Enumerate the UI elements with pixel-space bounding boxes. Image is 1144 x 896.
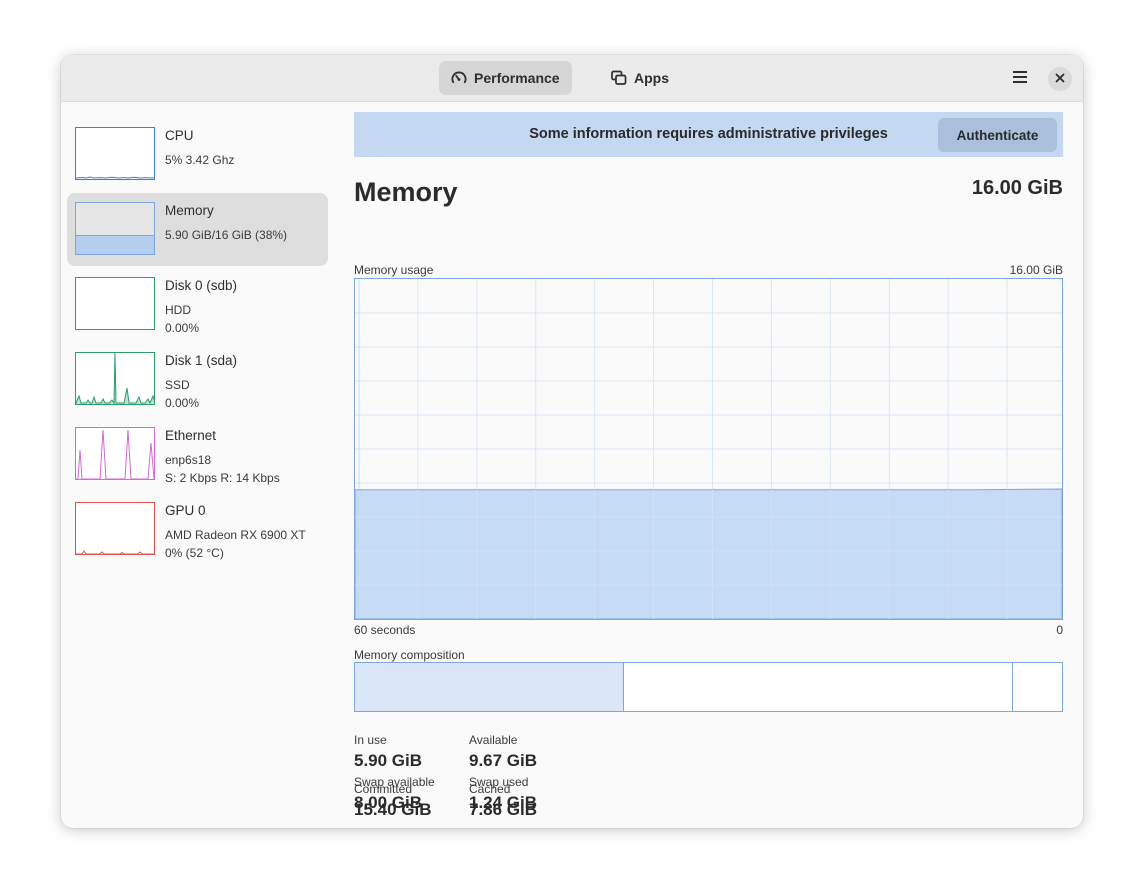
memory-usage-graph-canvas [355,279,1062,619]
sidebar-item-detail: HDD [165,303,191,317]
memory-details-pane: Some information requires administrative… [354,103,1063,828]
sidebar-item-detail: AMD Radeon RX 6900 XT [165,528,306,542]
sidebar-item-gpu-0[interactable]: GPU 0 AMD Radeon RX 6900 XT 0% (52 °C) [67,493,328,566]
app-window: Performance Apps CPU 5% 3.42 Ghz Memory … [61,55,1083,828]
memory-thumbnail-fill [76,234,154,254]
cpu-thumbnail-graph [75,127,155,180]
sidebar-item-usage: 0% (52 °C) [165,546,224,560]
tab-performance[interactable]: Performance [439,61,572,95]
sidebar-item-usage: S: 2 Kbps R: 14 Kbps [165,471,280,485]
hamburger-menu-icon [1012,70,1028,89]
sidebar-item-usage: 0.00% [165,321,200,335]
close-icon [1055,70,1065,88]
memory-composition-bar [354,662,1063,712]
sidebar-item-detail: 5% 3.42 Ghz [165,153,235,167]
tab-apps[interactable]: Apps [599,61,681,95]
sidebar-item-title: Ethernet [165,428,217,443]
memory-total: 16.00 GiB [971,177,1063,199]
sidebar-item-title: GPU 0 [165,503,206,518]
graph-time-end-label: 0 [1056,623,1063,637]
admin-privileges-banner: Some information requires administrative… [354,112,1063,157]
disk-1-thumbnail-graph [75,352,155,405]
sidebar-item-usage: 0.00% [165,396,200,410]
memory-thumbnail-graph [75,202,155,255]
sidebar-item-title: Disk 0 (sdb) [165,278,238,293]
stat-swap-used-value: 1.24 GiB [469,793,538,812]
sidebar-item-disk-1[interactable]: Disk 1 (sda) SSD 0.00% [67,343,328,416]
sidebar-item-ethernet[interactable]: Ethernet enp6s18 S: 2 Kbps R: 14 Kbps [67,418,328,491]
sidebar-item-detail: enp6s18 [165,453,212,467]
composition-cached-segment [623,663,1013,711]
stat-swap-used-label: Swap used [469,775,529,789]
stat-available-label: Available [469,733,518,747]
page-title: Memory [354,177,458,207]
graph-label: Memory usage [354,263,434,277]
close-button[interactable] [1048,67,1072,91]
ethernet-thumbnail-graph [75,427,155,480]
speedometer-icon [451,70,467,86]
memory-usage-area [355,488,1062,619]
windows-icon [611,70,627,86]
stat-swap-available-value: 8.00 GiB [354,793,423,812]
sidebar-item-title: Disk 1 (sda) [165,353,238,368]
sidebar-item-cpu[interactable]: CPU 5% 3.42 Ghz [67,118,328,191]
main-menu-button[interactable] [1008,67,1032,91]
stat-in-use-value: 5.90 GiB [354,751,423,770]
tab-apps-label: Apps [634,70,669,86]
stat-available-value: 9.67 GiB [469,751,538,770]
sidebar-item-memory[interactable]: Memory 5.90 GiB/16 GiB (38%) [67,193,328,266]
graph-max-label: 16.00 GiB [1009,263,1063,277]
headerbar: Performance Apps [61,55,1083,102]
sidebar-item-detail: 5.90 GiB/16 GiB (38%) [165,228,288,242]
sidebar-item-title: Memory [165,203,214,218]
sidebar-item-disk-0[interactable]: Disk 0 (sdb) HDD 0.00% [67,268,328,341]
sidebar-item-title: CPU [165,128,194,143]
sidebar: CPU 5% 3.42 Ghz Memory 5.90 GiB/16 GiB (… [61,103,341,828]
memory-usage-graph [354,278,1063,620]
gpu-0-thumbnail-graph [75,502,155,555]
composition-in-use-segment [355,663,624,711]
graph-time-start-label: 60 seconds [354,623,416,637]
stat-in-use-label: In use [354,733,387,747]
composition-label: Memory composition [354,648,465,662]
sidebar-item-detail: SSD [165,378,190,392]
disk-0-thumbnail-graph [75,277,155,330]
authenticate-button[interactable]: Authenticate [938,118,1057,152]
stat-swap-available-label: Swap available [354,775,435,789]
tab-performance-label: Performance [474,70,560,86]
